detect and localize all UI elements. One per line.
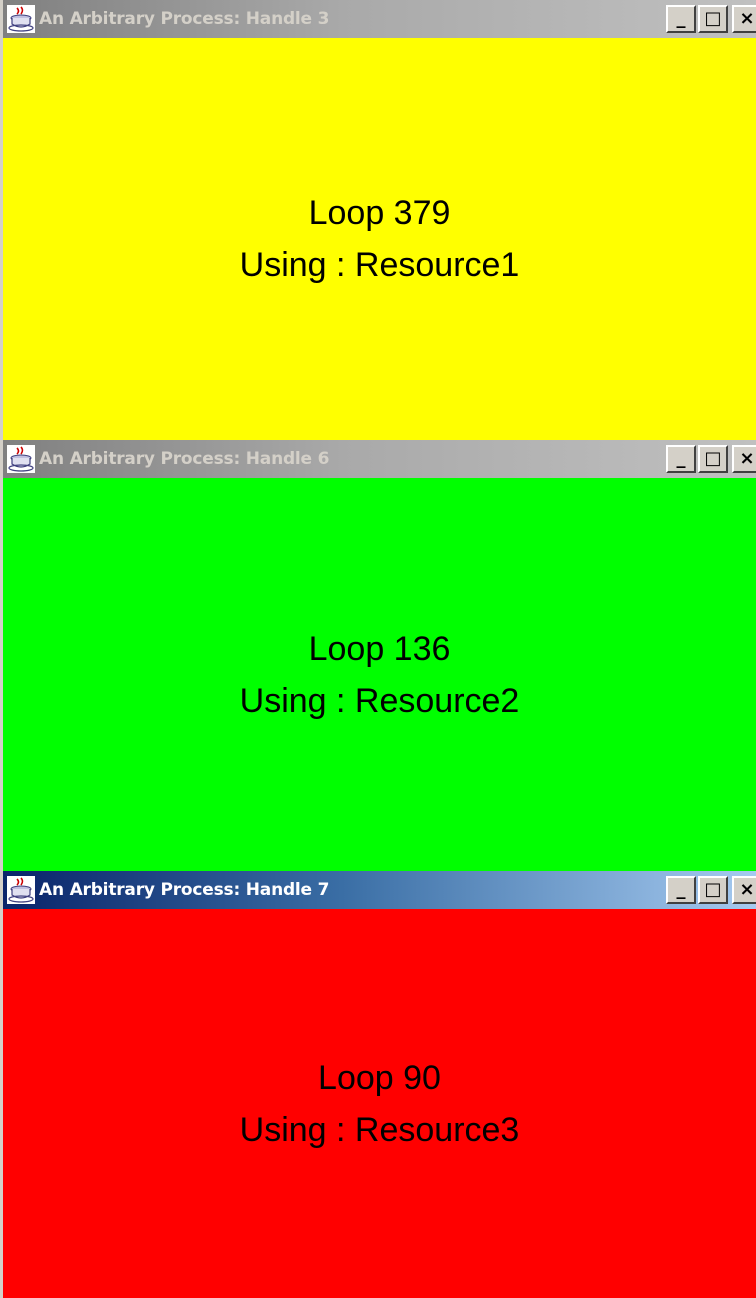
window-content: Loop 136 Using : Resource2 — [3, 478, 756, 871]
java-cup-icon[interactable] — [7, 445, 35, 473]
window-content: Loop 90 Using : Resource3 — [3, 909, 756, 1298]
title-bar[interactable]: An Arbitrary Process: Handle 6 _ □ × — [3, 440, 756, 478]
maximize-button[interactable]: □ — [698, 445, 728, 473]
close-button[interactable]: × — [732, 445, 756, 473]
process-window-handle-3: An Arbitrary Process: Handle 3 _ □ × Loo… — [0, 0, 756, 440]
loop-counter: Loop 379 — [308, 194, 451, 232]
close-button[interactable]: × — [732, 5, 756, 33]
window-content: Loop 379 Using : Resource1 — [3, 38, 756, 440]
maximize-button[interactable]: □ — [698, 876, 728, 904]
maximize-button[interactable]: □ — [698, 5, 728, 33]
title-bar[interactable]: An Arbitrary Process: Handle 3 _ □ × — [3, 0, 756, 38]
java-cup-icon[interactable] — [7, 876, 35, 904]
title-bar[interactable]: An Arbitrary Process: Handle 7 _ □ × — [3, 871, 756, 909]
resource-label: Using : Resource2 — [239, 681, 520, 720]
window-controls: _ □ × — [666, 876, 756, 904]
window-title: An Arbitrary Process: Handle 3 — [39, 9, 330, 29]
window-title: An Arbitrary Process: Handle 6 — [39, 449, 330, 469]
loop-counter: Loop 90 — [318, 1058, 441, 1097]
process-window-handle-7: An Arbitrary Process: Handle 7 _ □ × Loo… — [0, 871, 756, 1298]
window-title: An Arbitrary Process: Handle 7 — [39, 880, 330, 900]
loop-counter: Loop 136 — [308, 629, 451, 668]
process-window-handle-6: An Arbitrary Process: Handle 6 _ □ × Loo… — [0, 440, 756, 871]
java-cup-icon[interactable] — [7, 5, 35, 33]
resource-label: Using : Resource1 — [239, 246, 520, 284]
window-controls: _ □ × — [666, 445, 756, 473]
resource-label: Using : Resource3 — [239, 1110, 520, 1149]
minimize-button[interactable]: _ — [666, 445, 696, 473]
window-controls: _ □ × — [666, 5, 756, 33]
minimize-button[interactable]: _ — [666, 876, 696, 904]
minimize-button[interactable]: _ — [666, 5, 696, 33]
close-button[interactable]: × — [732, 876, 756, 904]
